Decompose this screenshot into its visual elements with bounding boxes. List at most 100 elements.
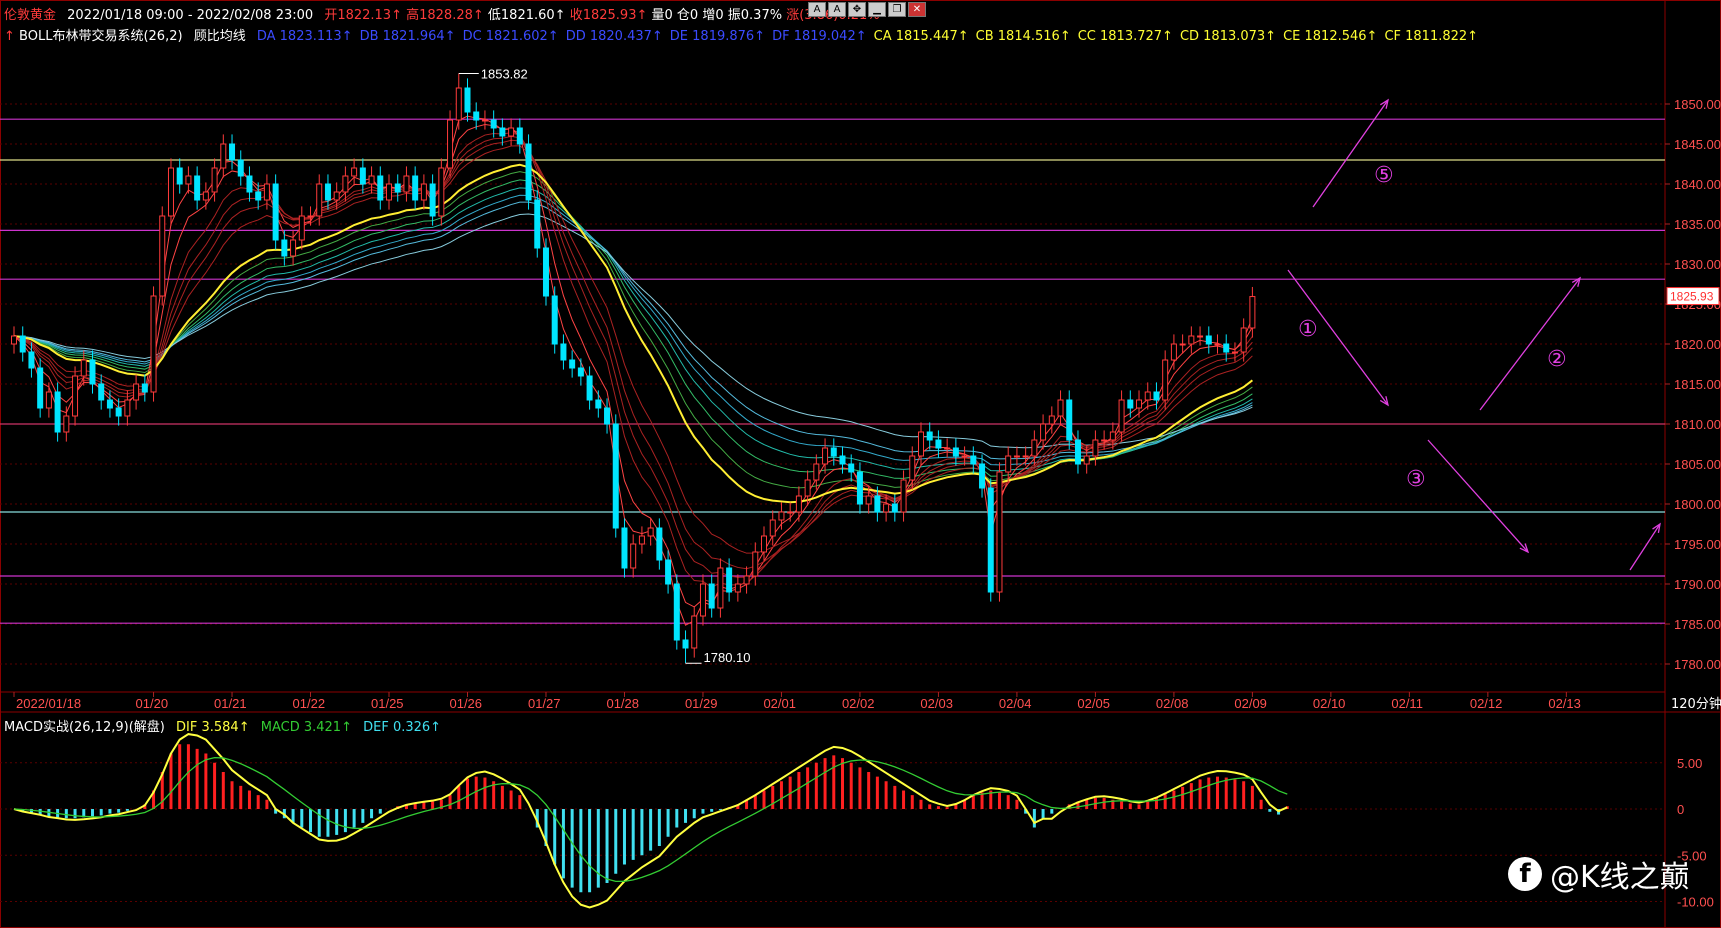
candle-body bbox=[891, 503, 898, 513]
gmma-short-line bbox=[13, 132, 1253, 588]
candle-body bbox=[324, 183, 331, 201]
candle-body bbox=[604, 407, 611, 425]
minimize-button[interactable]: ▁ bbox=[868, 2, 886, 17]
close-button[interactable]: ✕ bbox=[908, 2, 926, 17]
candle-body bbox=[28, 351, 35, 369]
macd-dif: DIF 3.584↑ bbox=[176, 720, 250, 735]
price-tick-label: 1810.00 bbox=[1674, 417, 1721, 432]
time-tick-label: 01/25 bbox=[371, 696, 404, 711]
candle-body bbox=[133, 383, 140, 401]
price-tick-label: 1815.00 bbox=[1674, 377, 1721, 392]
candle-body bbox=[1249, 296, 1256, 329]
boll-mid-line bbox=[13, 163, 1253, 504]
candle-body bbox=[307, 215, 314, 218]
move-icon[interactable]: ✥ bbox=[848, 2, 866, 17]
candle-body bbox=[481, 119, 488, 122]
projection-arrowhead bbox=[1652, 522, 1661, 533]
candle-body bbox=[54, 391, 61, 433]
candle-body bbox=[822, 447, 829, 465]
scenario-label: ① bbox=[1298, 317, 1318, 342]
candle-body bbox=[98, 383, 105, 401]
instrument-name: 伦敦黄金 bbox=[4, 8, 57, 23]
time-tick-label: 2022/01/18 bbox=[16, 696, 81, 711]
candle-body bbox=[1031, 439, 1038, 457]
font-decrease-button[interactable]: A bbox=[808, 2, 826, 17]
candle-body bbox=[673, 583, 680, 641]
candle-body bbox=[351, 167, 358, 177]
price-tick-label: 1835.00 bbox=[1674, 217, 1721, 232]
indicator-item: DE 1819.876↑ bbox=[669, 29, 766, 44]
position-value: 仓0 bbox=[676, 8, 699, 23]
indicator-item: CE 1812.546↑ bbox=[1283, 29, 1378, 44]
candle-body bbox=[1005, 455, 1012, 473]
candle-body bbox=[1118, 399, 1125, 433]
amplitude-value: 振0.37% bbox=[727, 8, 783, 23]
candle-body bbox=[1223, 343, 1230, 353]
indicator-name: BOLL布林带交易系统(26,2) bbox=[19, 29, 183, 44]
candle-body bbox=[1092, 439, 1099, 457]
scenario-label: ③ bbox=[1406, 467, 1426, 492]
candle-body bbox=[150, 295, 157, 393]
candle-body bbox=[883, 503, 890, 513]
projection-arrow bbox=[1427, 439, 1529, 553]
candle-body bbox=[490, 119, 497, 129]
candle-body bbox=[1074, 439, 1081, 465]
candle-body bbox=[106, 399, 113, 409]
time-tick-label: 02/03 bbox=[920, 696, 953, 711]
candle-body bbox=[1048, 415, 1055, 425]
restore-button[interactable]: ❐ bbox=[888, 2, 906, 17]
price-tick-label: 1780.00 bbox=[1674, 657, 1721, 672]
candle-body bbox=[255, 191, 262, 201]
indicator-item: CB 1814.516↑ bbox=[975, 29, 1071, 44]
open-value: 开1822.13↑ bbox=[324, 8, 402, 23]
candle-body bbox=[185, 175, 192, 185]
time-tick-label: 01/22 bbox=[293, 696, 326, 711]
candle-body bbox=[961, 455, 968, 458]
candle-body bbox=[19, 335, 26, 353]
time-tick-label: 02/11 bbox=[1391, 696, 1423, 711]
candle-body bbox=[176, 167, 183, 185]
candle-body bbox=[377, 175, 384, 201]
candle-body bbox=[909, 455, 916, 481]
candle-body bbox=[229, 143, 236, 161]
candle-body bbox=[333, 191, 340, 201]
candle-body bbox=[1101, 439, 1108, 442]
candle-body bbox=[11, 335, 17, 345]
time-tick-label: 01/29 bbox=[685, 696, 718, 711]
candle-body bbox=[979, 463, 986, 489]
candle-body bbox=[874, 495, 881, 513]
gmma-short-line bbox=[13, 145, 1253, 554]
time-tick-label: 01/26 bbox=[449, 696, 482, 711]
candle-body bbox=[778, 511, 785, 521]
candle-body bbox=[499, 127, 506, 137]
candle-body bbox=[359, 167, 366, 185]
increase-value: 增0 bbox=[702, 8, 724, 23]
candle-body bbox=[856, 471, 863, 505]
candle-body bbox=[569, 359, 576, 369]
watermark: f @K线之巅 bbox=[1508, 852, 1690, 896]
candle-body bbox=[412, 175, 419, 201]
candle-body bbox=[194, 175, 201, 201]
candle-body bbox=[1153, 391, 1160, 401]
candle-body bbox=[141, 383, 148, 393]
macd-name: MACD实战(26,12,9)(解盘) bbox=[4, 720, 165, 735]
indicator-sub: 顾比均线 bbox=[193, 29, 246, 44]
indicator-item: DC 1821.602↑ bbox=[462, 29, 559, 44]
price-tick-label: 1790.00 bbox=[1674, 577, 1721, 592]
time-tick-label: 02/10 bbox=[1313, 696, 1346, 711]
price-tick-label: 1795.00 bbox=[1674, 537, 1721, 552]
candle-body bbox=[420, 183, 427, 201]
candle-body bbox=[403, 175, 410, 193]
font-increase-button[interactable]: A bbox=[828, 2, 846, 17]
candle-body bbox=[682, 639, 689, 649]
candle-body bbox=[1040, 423, 1047, 441]
candle-body bbox=[813, 463, 820, 481]
price-tick-label: 1800.00 bbox=[1674, 497, 1721, 512]
candle-body bbox=[1231, 351, 1238, 354]
candle-body bbox=[246, 175, 253, 193]
candle-body bbox=[473, 111, 480, 121]
indicator-item: CA 1815.447↑ bbox=[873, 29, 969, 44]
candle-body bbox=[577, 367, 584, 377]
up-arrow-icon: ↑ bbox=[4, 29, 15, 44]
macd-tick-label: 5.00 bbox=[1677, 756, 1702, 771]
